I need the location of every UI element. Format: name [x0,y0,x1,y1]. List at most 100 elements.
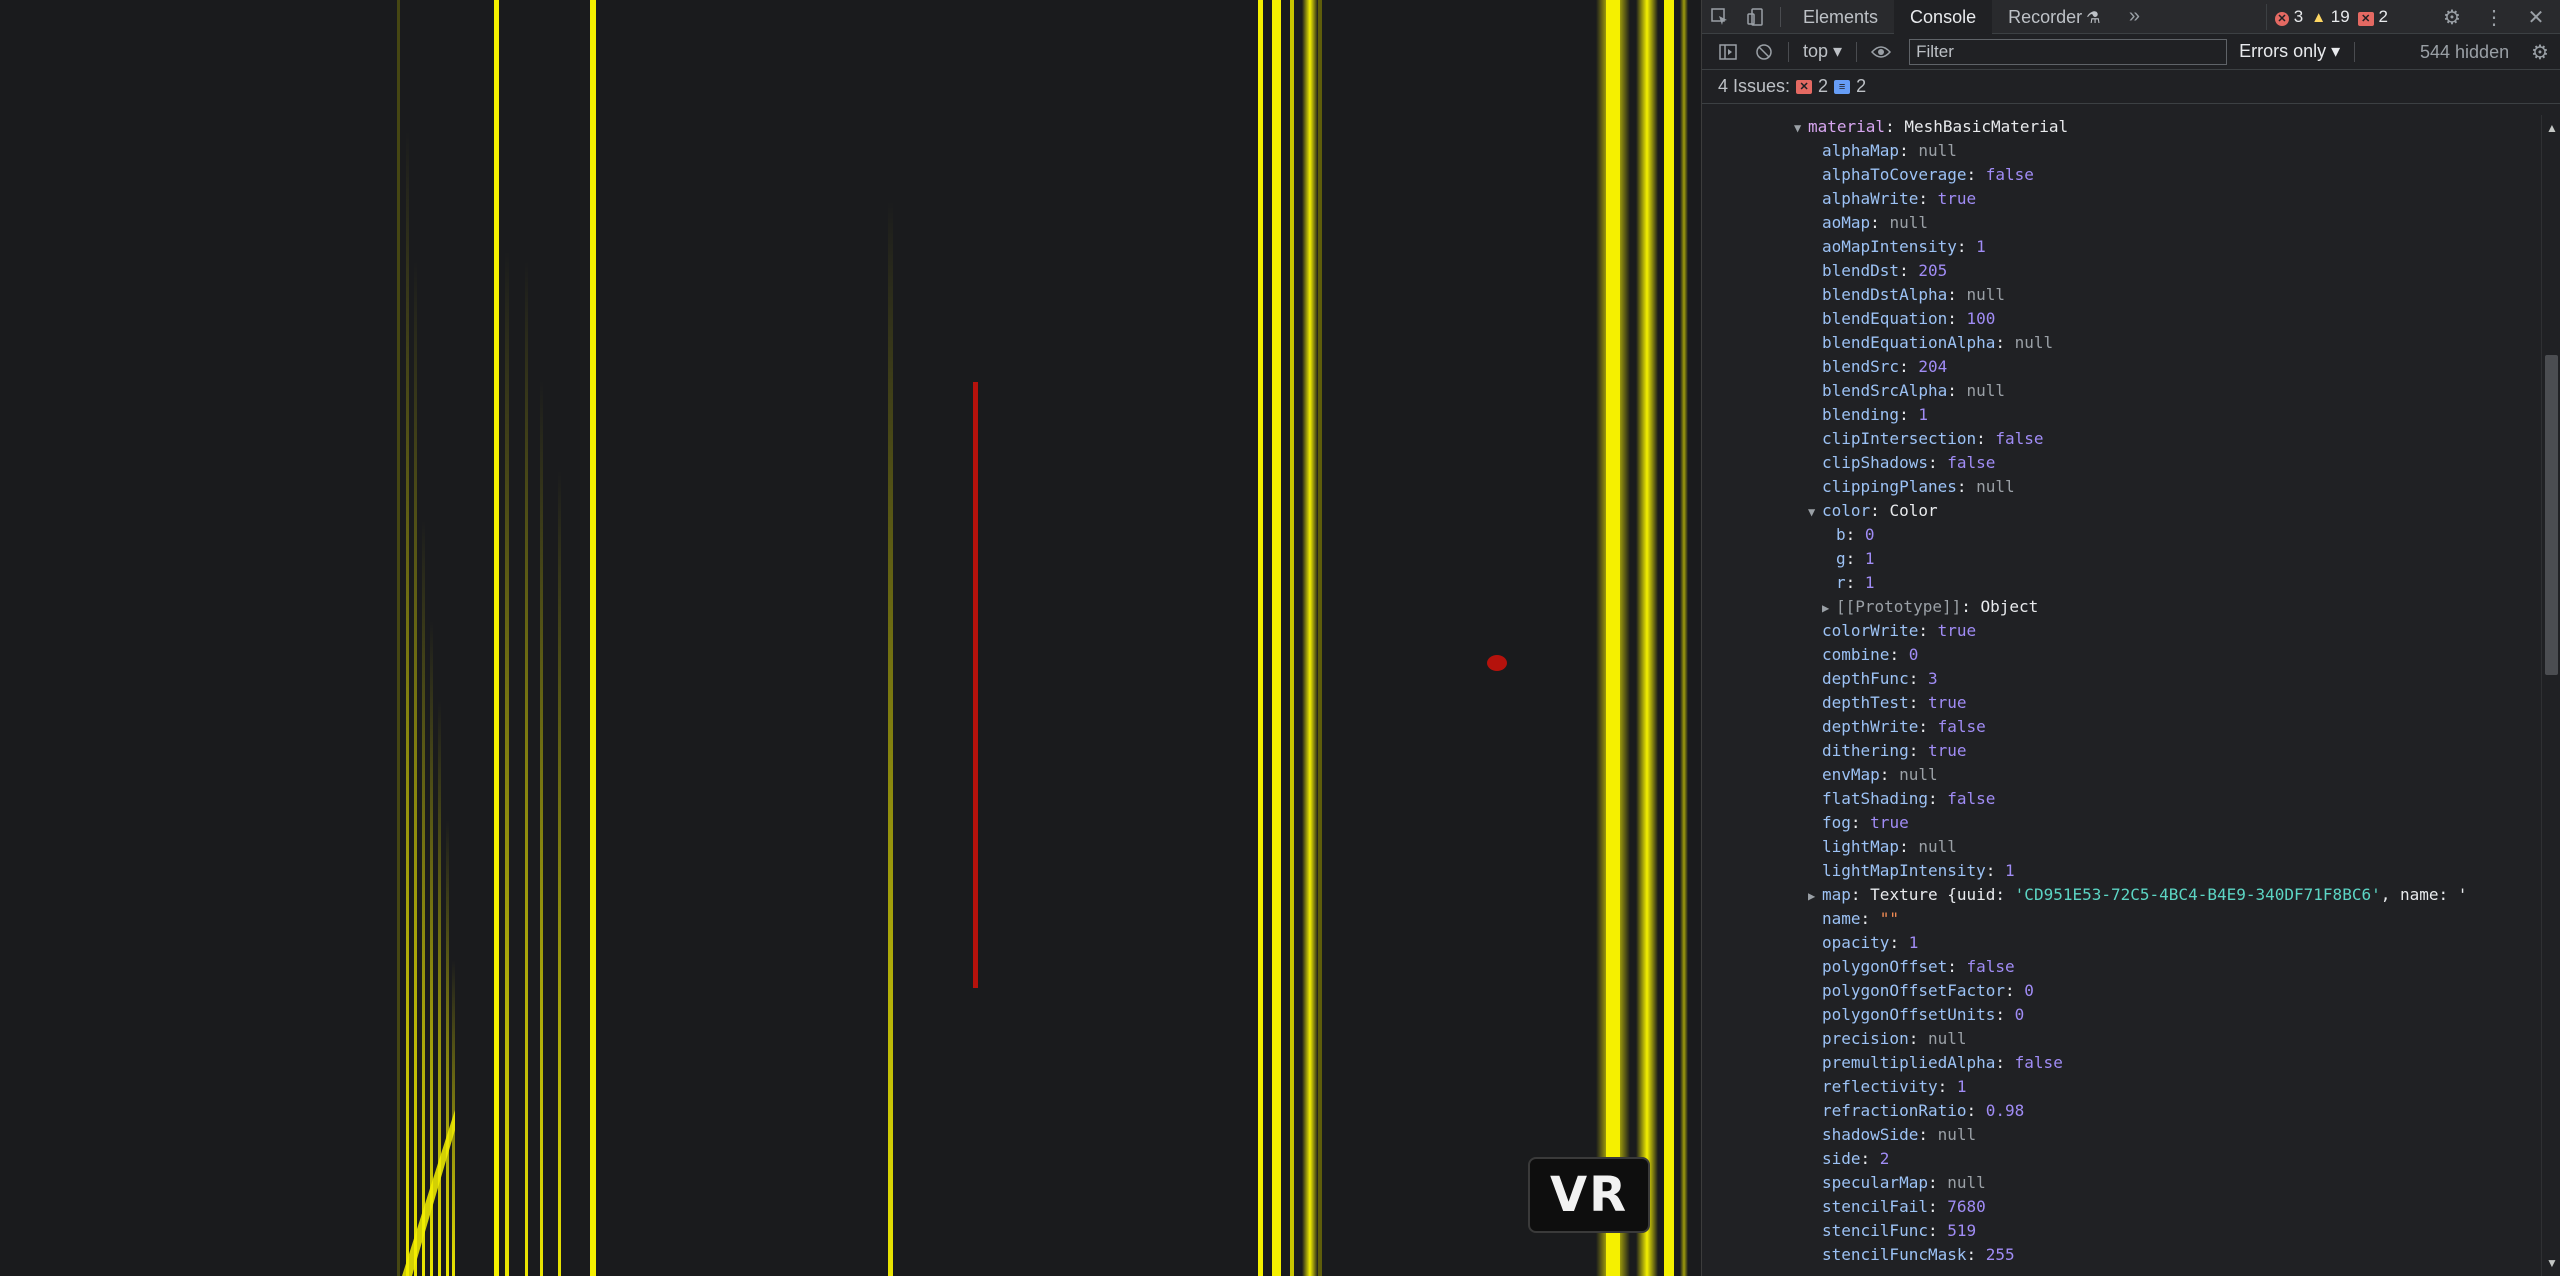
property-row[interactable]: alphaToCoverage: false [1702,163,2542,187]
property-row[interactable]: stencilFunc: 519 [1702,1219,2542,1243]
issue-info-icon: ≡ [1834,79,1851,94]
sidebar-toggle-icon[interactable] [1710,35,1746,69]
property-row[interactable]: clipShadows: false [1702,451,2542,475]
property-value: 2 [1879,1149,1890,1168]
console-settings-icon[interactable]: ⚙ [2522,35,2558,69]
expand-triangle-icon[interactable]: ▼ [1808,500,1822,524]
issue-error-icon: ✕ [1796,79,1813,94]
vr-button[interactable]: VR [1528,1157,1650,1233]
property-row[interactable]: aoMapIntensity: 1 [1702,235,2542,259]
warning-icon: ▲ [2311,9,2327,26]
red-vertical-line [973,382,978,988]
message-counts[interactable]: ✕ 3 ▲ 19 ✕ 2 [2266,4,2396,30]
property-row[interactable]: blendDstAlpha: null [1702,283,2542,307]
property-row[interactable]: polygonOffset: false [1702,955,2542,979]
property-row[interactable]: blendSrc: 204 [1702,355,2542,379]
property-row[interactable]: stencilFail: 7680 [1702,1195,2542,1219]
warnings-count: ▲ 19 [2311,7,2350,26]
property-row[interactable]: reflectivity: 1 [1702,1075,2542,1099]
property-row[interactable]: lightMap: null [1702,835,2542,859]
tab-elements[interactable]: Elements [1787,0,1894,34]
property-key: polygonOffset [1822,957,1948,976]
property-row[interactable]: envMap: null [1702,763,2542,787]
property-key: blendSrcAlpha [1822,381,1948,400]
scroll-down-arrow-icon[interactable]: ▼ [2546,1256,2558,1270]
issues-count: ✕ 2 [2357,7,2388,27]
property-value: 1 [1918,405,1928,424]
webgl-scene[interactable]: VR [0,0,1701,1276]
property-row[interactable]: polygonOffsetFactor: 0 [1702,979,2542,1003]
property-row[interactable]: alphaWrite: true [1702,187,2542,211]
property-row[interactable]: ▼ color: Color [1702,499,2542,523]
chevrons-right-icon[interactable]: » [2116,0,2152,34]
property-row[interactable]: blendEquationAlpha: null [1702,331,2542,355]
property-row[interactable]: refractionRatio: 0.98 [1702,1099,2542,1123]
separator [1856,41,1858,62]
property-key: blendEquationAlpha [1822,333,1996,352]
collapse-triangle-icon[interactable]: ▶ [1808,884,1822,908]
property-row[interactable]: blendDst: 205 [1702,259,2542,283]
property-row[interactable]: fog: true [1702,811,2542,835]
tab-recorder[interactable]: Recorder ⚗ [1992,0,2116,34]
property-row[interactable]: depthWrite: false [1702,715,2542,739]
filter-input[interactable] [1909,38,2228,65]
property-row[interactable]: dithering: true [1702,739,2542,763]
context-selector[interactable]: top ▾ [1795,41,1850,62]
object-type: MeshBasicMaterial [1904,117,2069,136]
inspect-element-icon[interactable] [1702,0,1738,34]
console-scrollbar[interactable]: ▲ ▼ [2541,115,2560,1276]
property-row[interactable]: ▶ [[Prototype]]: Object [1702,595,2542,619]
yellow-line-cluster-right [1258,0,1688,1276]
property-value: 0 [1908,645,1919,664]
property-row[interactable]: blending: 1 [1702,403,2542,427]
property-row[interactable]: blendSrcAlpha: null [1702,379,2542,403]
property-row[interactable]: combine: 0 [1702,643,2542,667]
close-icon[interactable]: ✕ [2518,0,2554,34]
property-row[interactable]: clipIntersection: false [1702,427,2542,451]
property-row[interactable]: blendEquation: 100 [1702,307,2542,331]
property-row[interactable]: r: 1 [1702,571,2542,595]
property-row[interactable]: premultipliedAlpha: false [1702,1051,2542,1075]
property-row[interactable]: b: 0 [1702,523,2542,547]
property-row[interactable]: precision: null [1702,1027,2542,1051]
property-row[interactable]: shadowSide: null [1702,1123,2542,1147]
issues-bar[interactable]: 4 Issues: ✕ 2 ≡ 2 [1702,70,2560,104]
object-header[interactable]: ▼ material: MeshBasicMaterial [1702,115,2542,139]
property-value: null [2014,333,2054,352]
property-value: "" [1879,909,1900,928]
clear-console-icon[interactable] [1746,35,1782,69]
property-row[interactable]: lightMapIntensity: 1 [1702,859,2542,883]
property-row[interactable]: stencilFuncMask: 255 [1702,1243,2542,1267]
property-row[interactable]: name: "" [1702,907,2542,931]
property-row[interactable]: aoMap: null [1702,211,2542,235]
property-row[interactable]: flatShading: false [1702,787,2542,811]
tab-console[interactable]: Console [1894,0,1993,34]
property-row[interactable]: g: 1 [1702,547,2542,571]
device-toolbar-icon[interactable] [1738,0,1774,34]
property-row[interactable]: side: 2 [1702,1147,2542,1171]
property-row[interactable]: specularMap: null [1702,1171,2542,1195]
gear-icon[interactable]: ⚙ [2434,0,2470,34]
property-key: side [1822,1149,1861,1168]
expand-triangle-icon[interactable]: ▼ [1794,116,1808,140]
eye-icon[interactable] [1863,35,1899,69]
property-row[interactable]: opacity: 1 [1702,931,2542,955]
property-row[interactable]: clippingPlanes: null [1702,475,2542,499]
property-row[interactable]: alphaMap: null [1702,139,2542,163]
property-row[interactable]: colorWrite: true [1702,619,2542,643]
property-row[interactable]: ▶ map: Texture {uuid: 'CD951E53-72C5-4BC4… [1702,883,2542,907]
kebab-menu-icon[interactable]: ⋮ [2476,0,2512,34]
scrollbar-thumb[interactable] [2545,355,2558,675]
log-level-label: Errors only [2239,41,2327,61]
property-row[interactable]: depthTest: true [1702,691,2542,715]
property-row[interactable]: polygonOffsetUnits: 0 [1702,1003,2542,1027]
console-output[interactable]: ▼ material: MeshBasicMaterial alphaMap: n… [1702,115,2542,1276]
property-value: null [1918,837,1957,856]
collapse-triangle-icon[interactable]: ▶ [1822,596,1836,620]
log-levels-dropdown[interactable]: Errors only ▾ [2239,41,2340,62]
property-key: alphaMap [1822,141,1900,160]
property-value: Texture {uuid: [1870,885,2015,904]
property-row[interactable]: depthFunc: 3 [1702,667,2542,691]
scroll-up-arrow-icon[interactable]: ▲ [2546,121,2558,135]
property-key: polygonOffsetFactor [1822,981,2006,1000]
